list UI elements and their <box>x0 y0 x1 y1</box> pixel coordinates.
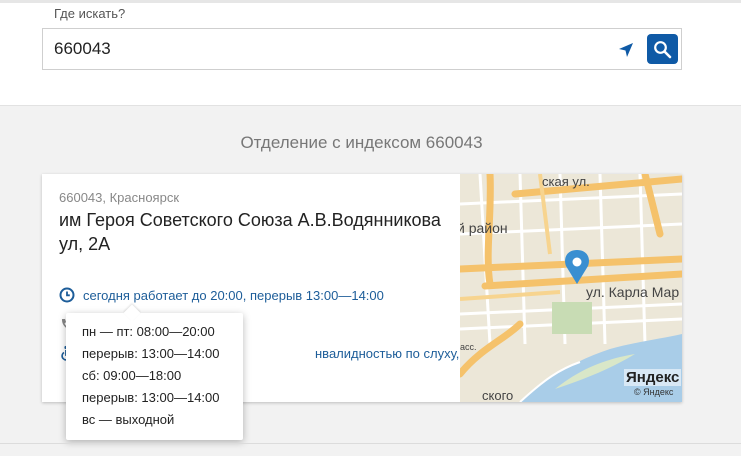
search-input[interactable]: 660043 <box>42 28 682 70</box>
office-location: 660043, Красноярск <box>59 190 180 205</box>
yandex-copyright: © Яндекс <box>634 387 674 397</box>
map-label-left: асс. <box>460 342 477 352</box>
section-title: Отделение с индексом 660043 <box>240 133 483 152</box>
location-arrow-icon[interactable] <box>616 40 636 60</box>
schedule-line: перерыв: 13:00—14:00 <box>82 390 220 405</box>
search-button[interactable] <box>647 34 678 64</box>
office-address[interactable]: им Героя Советского Союза А.В.Водянников… <box>59 208 459 256</box>
map-label-bottom: ского <box>482 388 514 402</box>
schedule-line: перерыв: 13:00—14:00 <box>82 346 220 361</box>
top-divider <box>0 0 741 3</box>
clock-icon <box>59 287 75 303</box>
schedule-line: вс — выходной <box>82 412 175 427</box>
map-street-main: ул. Карла Мар <box>586 284 680 300</box>
search-panel: Где искать? 660043 <box>0 0 741 106</box>
search-label: Где искать? <box>54 6 126 21</box>
search-icon <box>654 41 672 59</box>
yandex-logo-text[interactable]: Яндекс <box>626 369 679 386</box>
map-district-label: й район <box>460 220 508 236</box>
schedule-line: сб: 09:00—18:00 <box>82 368 182 383</box>
map-street-top: ская ул. <box>542 174 590 189</box>
schedule-tooltip: пн — пт: 08:00—20:00 перерыв: 13:00—14:0… <box>66 304 243 440</box>
today-hours-text[interactable]: сегодня работает до 20:00, перерыв 13:00… <box>83 288 384 303</box>
schedule-line: пн — пт: 08:00—20:00 <box>82 324 215 339</box>
search-input-value[interactable]: 660043 <box>54 39 111 59</box>
office-map[interactable]: ская ул. й район ул. Карла Мар асс. ског… <box>460 174 682 402</box>
yandex-logo[interactable]: Яндекс <box>624 369 682 386</box>
bottom-divider <box>0 443 741 444</box>
